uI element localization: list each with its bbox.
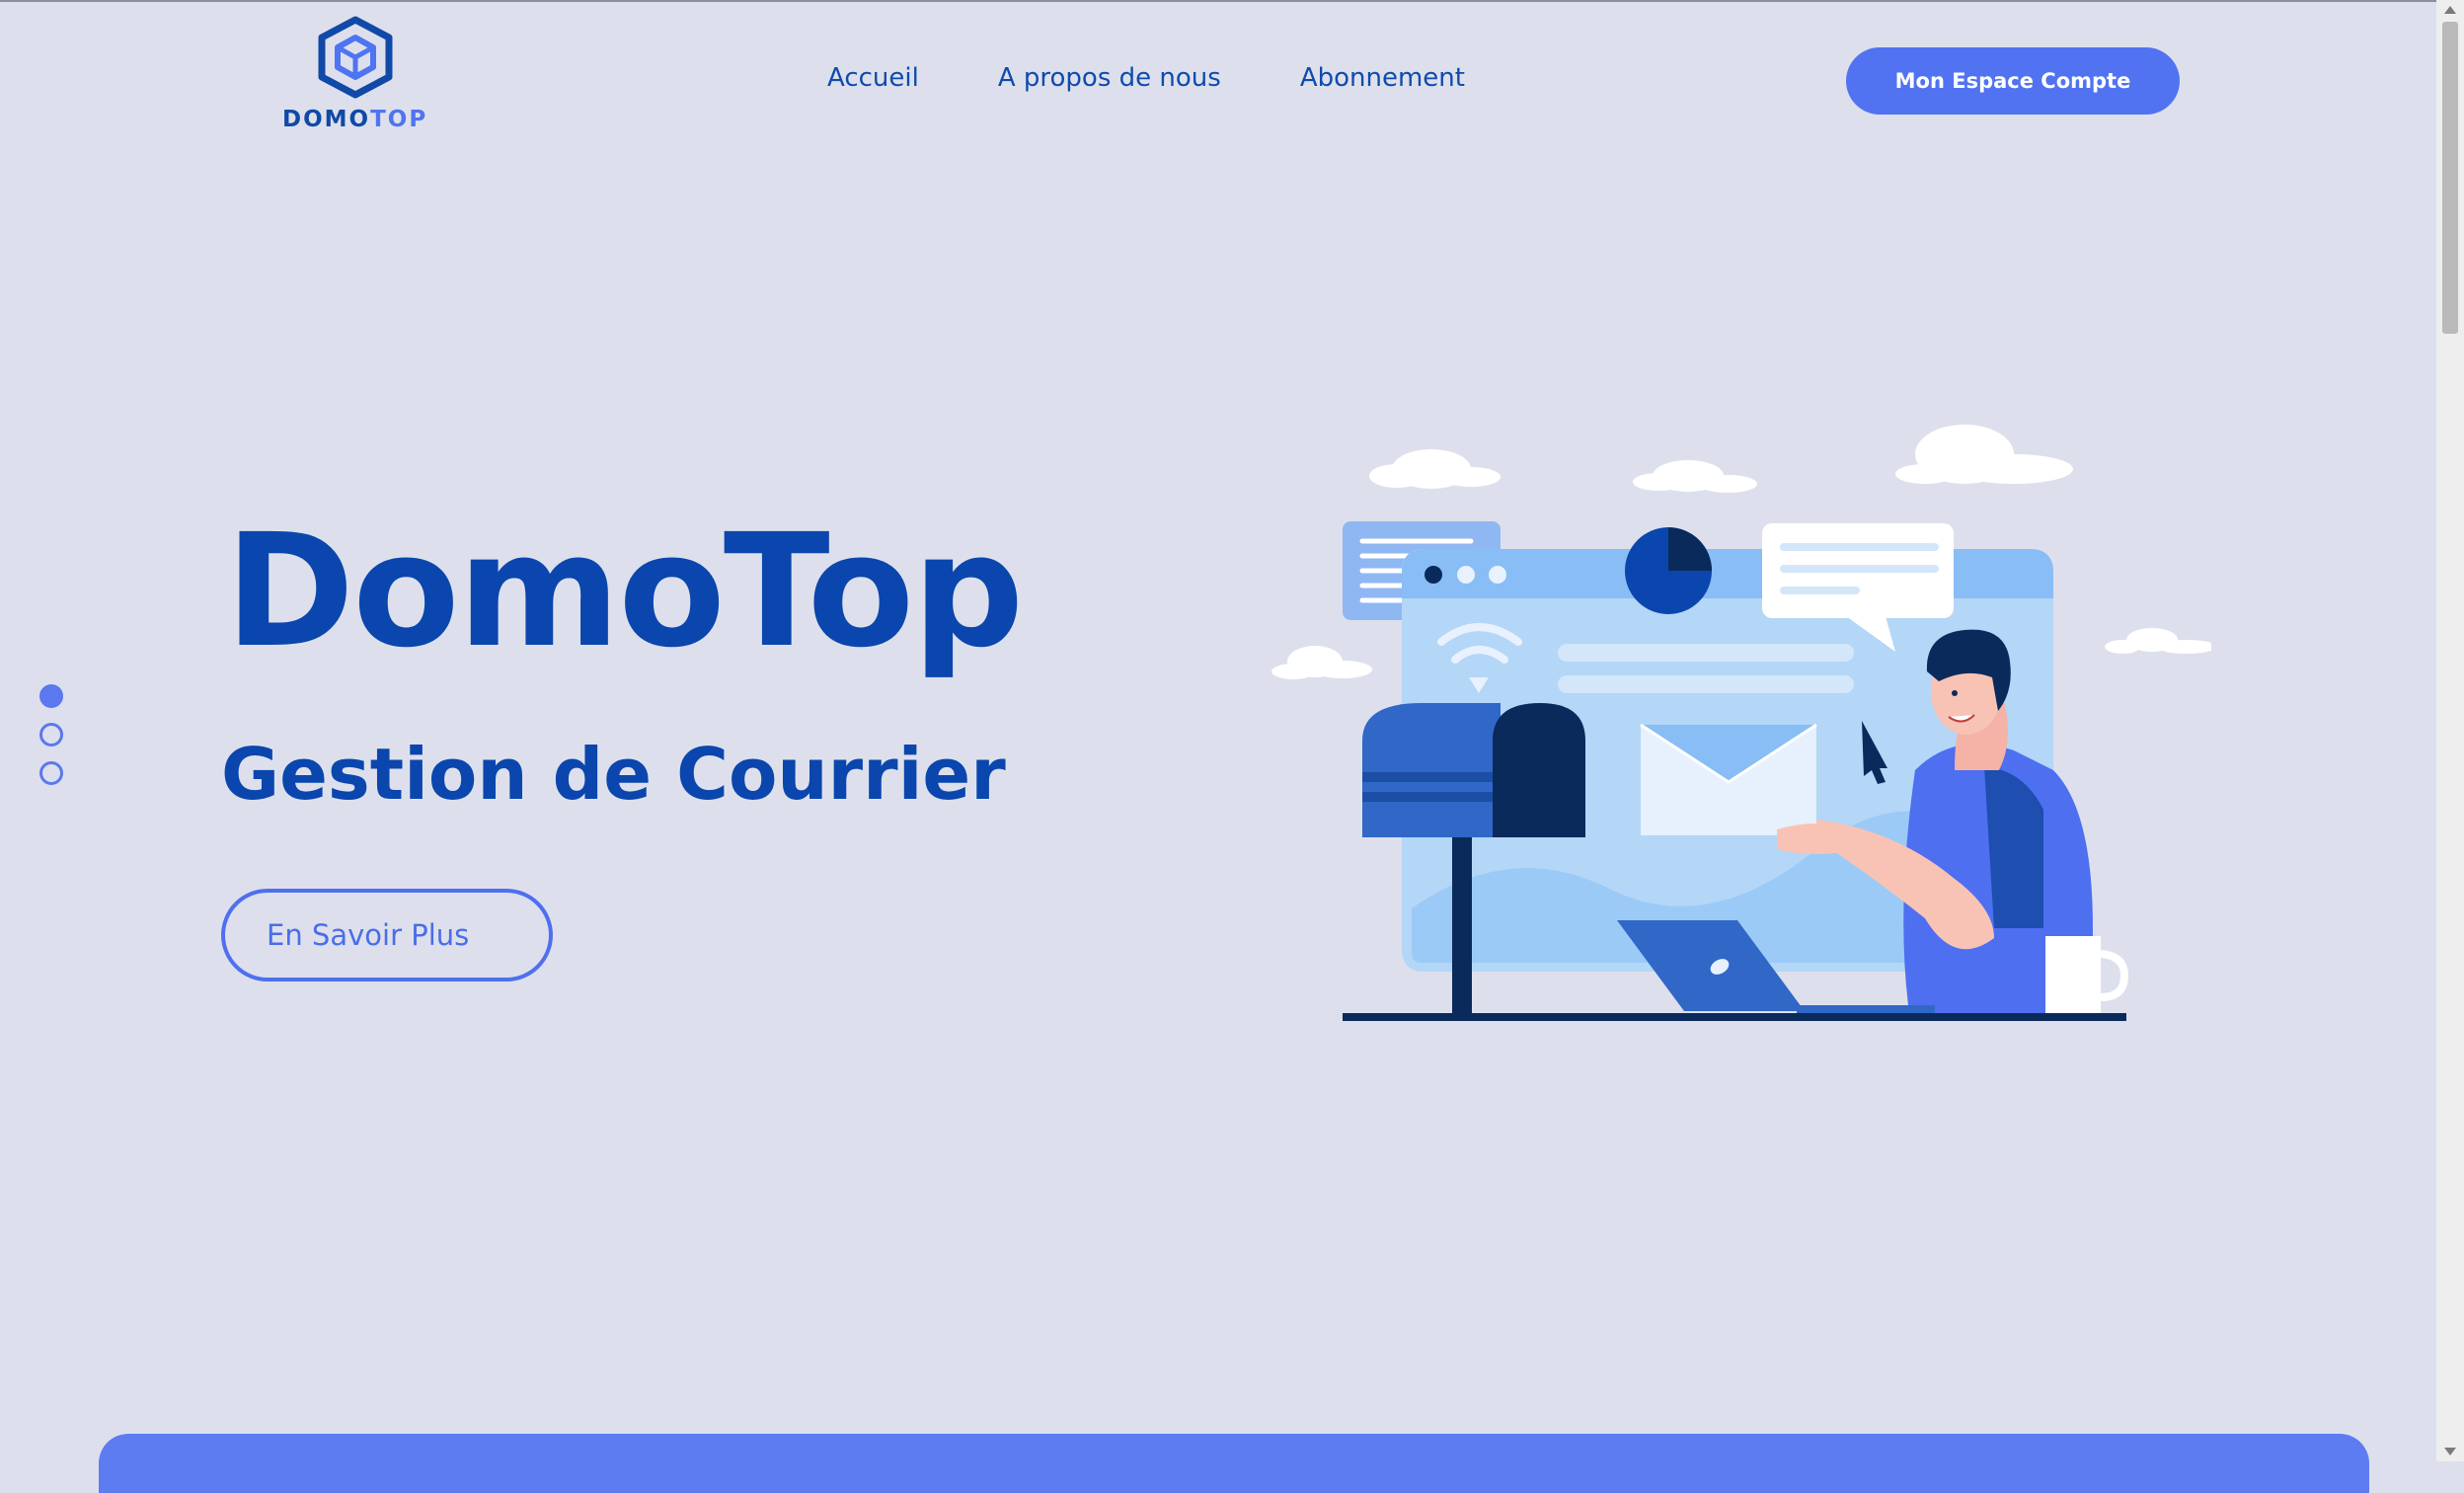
envelope-icon — [1640, 723, 1817, 835]
logo[interactable]: DOMOTOP — [282, 16, 426, 134]
learn-more-button[interactable]: En Savoir Plus — [221, 889, 553, 982]
scroll-down-icon[interactable] — [2444, 1448, 2456, 1455]
hero-illustration — [1271, 425, 2211, 1021]
nav-link-accueil[interactable]: Accueil — [827, 63, 919, 93]
scroll-thumb[interactable] — [2442, 22, 2458, 334]
account-button[interactable]: Mon Espace Compte — [1846, 47, 2180, 115]
next-section-band — [99, 1434, 2369, 1493]
slider-dot-3[interactable] — [39, 761, 63, 785]
slider-dot-2[interactable] — [39, 723, 63, 746]
mug-icon — [2045, 936, 2129, 1013]
scrollbar[interactable] — [2436, 0, 2464, 1461]
scroll-up-icon[interactable] — [2444, 6, 2456, 14]
main-nav: Accueil A propos de nous Abonnement — [827, 63, 1465, 93]
hero-title: DomoTop — [225, 501, 1024, 682]
logo-wordmark: DOMOTOP — [282, 107, 428, 132]
window-top-border — [0, 0, 2464, 2]
hero-subtitle: Gestion de Courrier — [221, 733, 1006, 816]
nav-link-a-propos[interactable]: A propos de nous — [998, 63, 1221, 93]
slider-dots — [39, 684, 63, 800]
slider-dot-1[interactable] — [39, 684, 63, 708]
logo-cube-icon — [318, 16, 393, 99]
nav-link-abonnement[interactable]: Abonnement — [1300, 63, 1465, 93]
